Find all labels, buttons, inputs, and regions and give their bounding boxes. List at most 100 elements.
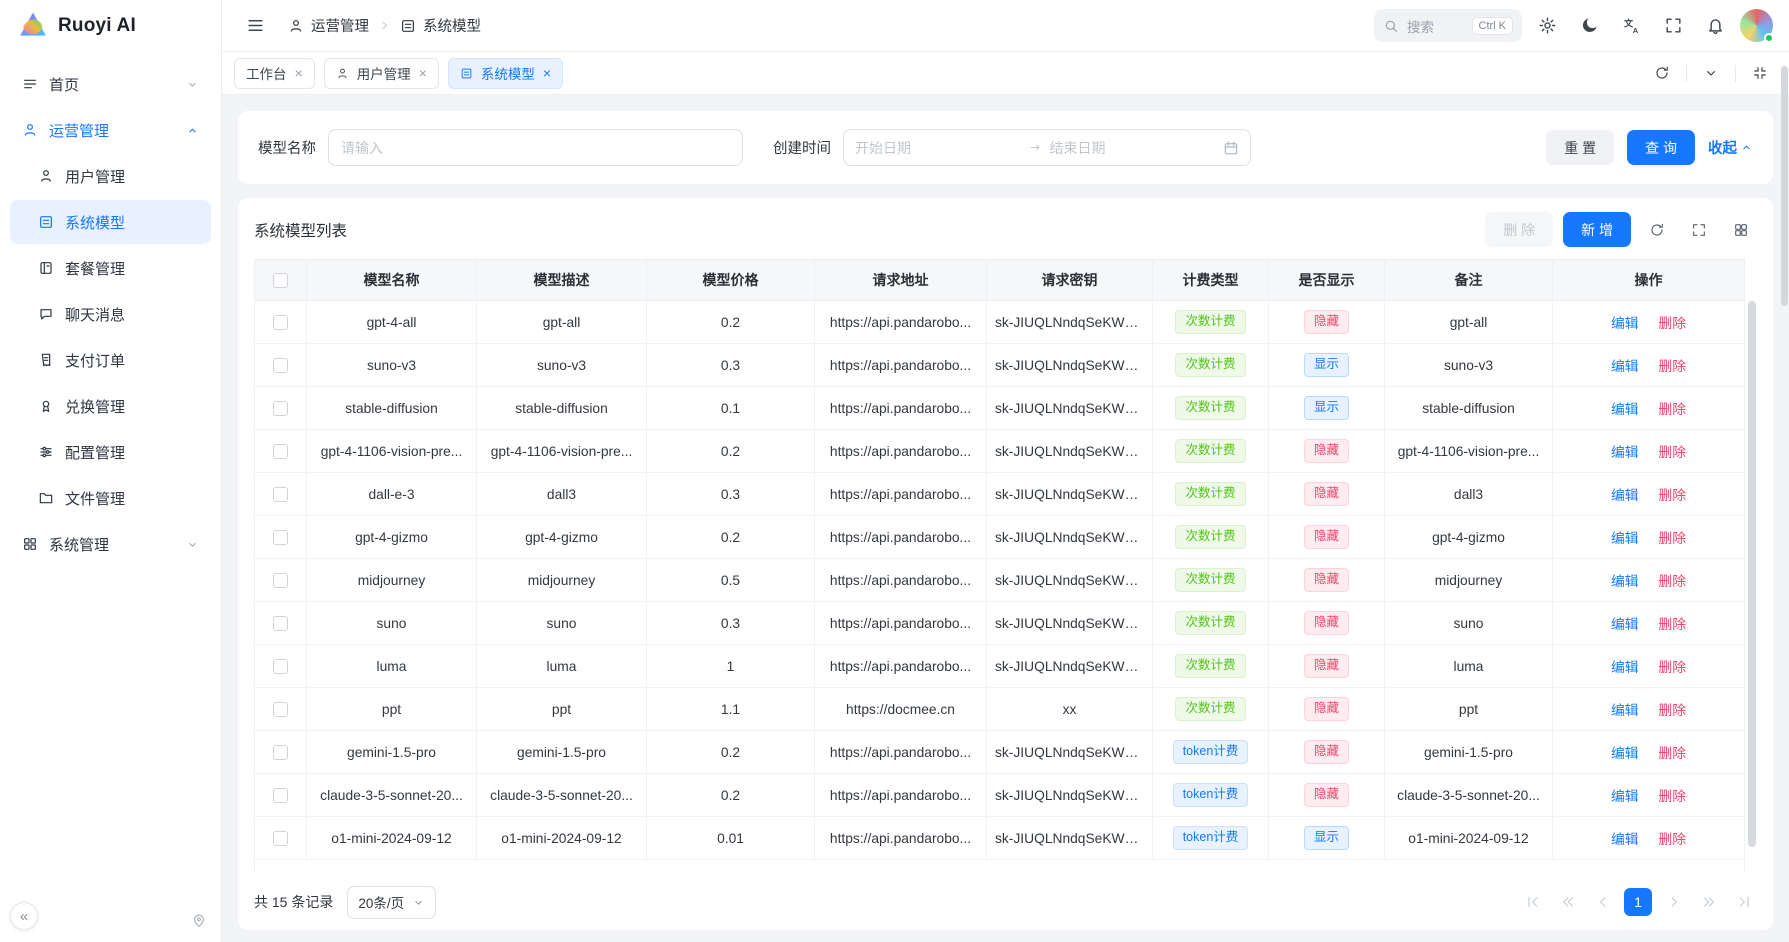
delete-link[interactable]: 删除: [1658, 316, 1686, 331]
sidebar-collapse-button[interactable]: «: [10, 902, 38, 930]
sidebar-item-system[interactable]: 系统管理: [10, 522, 211, 566]
table-fullscreen-button[interactable]: [1683, 214, 1715, 246]
edit-link[interactable]: 编辑: [1611, 789, 1639, 804]
sidebar-subitem[interactable]: 套餐管理: [10, 246, 211, 290]
edit-link[interactable]: 编辑: [1611, 746, 1639, 761]
settings-button[interactable]: [1530, 9, 1564, 43]
tab-menu-button[interactable]: [1694, 56, 1728, 90]
collapse-filter-link[interactable]: 收起: [1708, 137, 1753, 158]
edit-link[interactable]: 编辑: [1611, 660, 1639, 675]
sidebar-subitem[interactable]: 用户管理: [10, 154, 211, 198]
current-page-button[interactable]: 1: [1624, 888, 1652, 916]
first-page-button[interactable]: [1519, 889, 1546, 916]
cell-actions: 编辑 删除: [1553, 301, 1745, 344]
tab-workbench[interactable]: 工作台 ×: [234, 58, 315, 89]
breadcrumb-item[interactable]: 系统模型: [400, 15, 481, 36]
edit-link[interactable]: 编辑: [1611, 617, 1639, 632]
edit-link[interactable]: 编辑: [1611, 531, 1639, 546]
close-icon[interactable]: ×: [295, 66, 303, 80]
theme-toggle-button[interactable]: [1572, 9, 1606, 43]
delete-link[interactable]: 删除: [1658, 703, 1686, 718]
tab-user-management[interactable]: 用户管理 ×: [324, 58, 439, 89]
jump-prev-button[interactable]: [1554, 889, 1581, 916]
avatar[interactable]: [1740, 9, 1773, 42]
filter-actions: 重 置 查 询 收起: [1546, 130, 1753, 165]
edit-link[interactable]: 编辑: [1611, 445, 1639, 460]
sidebar-toggle-button[interactable]: [238, 9, 272, 43]
row-checkbox[interactable]: [273, 573, 288, 588]
reset-button[interactable]: 重 置: [1546, 130, 1614, 165]
row-checkbox[interactable]: [273, 444, 288, 459]
edit-link[interactable]: 编辑: [1611, 574, 1639, 589]
table-scrollbar-thumb[interactable]: [1748, 301, 1756, 847]
close-icon[interactable]: ×: [419, 66, 427, 80]
delete-link[interactable]: 删除: [1658, 402, 1686, 417]
row-checkbox[interactable]: [273, 530, 288, 545]
end-date-input[interactable]: [1050, 140, 1216, 156]
last-page-button[interactable]: [1730, 889, 1757, 916]
delete-link[interactable]: 删除: [1658, 359, 1686, 374]
sidebar-item-home[interactable]: 首页: [10, 62, 211, 106]
sidebar-subitem[interactable]: 系统模型: [10, 200, 211, 244]
delete-link[interactable]: 删除: [1658, 746, 1686, 761]
start-date-input[interactable]: [855, 140, 1021, 156]
refresh-tab-button[interactable]: [1645, 56, 1679, 90]
delete-link[interactable]: 删除: [1658, 617, 1686, 632]
sidebar-pin-button[interactable]: [191, 912, 207, 928]
page-size-select[interactable]: 20条/页: [347, 886, 436, 919]
edit-link[interactable]: 编辑: [1611, 832, 1639, 847]
edit-link[interactable]: 编辑: [1611, 316, 1639, 331]
row-checkbox[interactable]: [273, 659, 288, 674]
select-all-checkbox[interactable]: [273, 273, 288, 288]
delete-link[interactable]: 删除: [1658, 445, 1686, 460]
column-settings-button[interactable]: [1725, 214, 1757, 246]
edit-link[interactable]: 编辑: [1611, 703, 1639, 718]
row-checkbox[interactable]: [273, 315, 288, 330]
delete-link[interactable]: 删除: [1658, 832, 1686, 847]
language-button[interactable]: 文A: [1614, 9, 1648, 43]
tab-system-models[interactable]: 系统模型 ×: [448, 58, 563, 89]
delete-link[interactable]: 删除: [1658, 789, 1686, 804]
delete-link[interactable]: 删除: [1658, 531, 1686, 546]
query-button[interactable]: 查 询: [1627, 130, 1695, 165]
row-checkbox[interactable]: [273, 745, 288, 760]
row-checkbox[interactable]: [273, 788, 288, 803]
cell-request-url: https://api.pandarobo...: [815, 817, 987, 860]
sidebar-item-operations[interactable]: 运营管理: [10, 108, 211, 152]
page-scrollbar-thumb[interactable]: [1781, 66, 1788, 306]
row-checkbox[interactable]: [273, 358, 288, 373]
delete-link[interactable]: 删除: [1658, 574, 1686, 589]
prev-page-button[interactable]: [1589, 889, 1616, 916]
content-fullscreen-button[interactable]: [1743, 56, 1777, 90]
refresh-table-button[interactable]: [1641, 214, 1673, 246]
sidebar-subitem[interactable]: 兑换管理: [10, 384, 211, 428]
edit-link[interactable]: 编辑: [1611, 488, 1639, 503]
sidebar-subitem[interactable]: 文件管理: [10, 476, 211, 520]
row-checkbox[interactable]: [273, 831, 288, 846]
jump-next-button[interactable]: [1695, 889, 1722, 916]
sidebar-subitem[interactable]: 配置管理: [10, 430, 211, 474]
row-checkbox[interactable]: [273, 401, 288, 416]
close-icon[interactable]: ×: [543, 66, 551, 80]
delete-link[interactable]: 删除: [1658, 488, 1686, 503]
delete-link[interactable]: 删除: [1658, 660, 1686, 675]
edit-link[interactable]: 编辑: [1611, 402, 1639, 417]
fullscreen-button[interactable]: [1656, 9, 1690, 43]
online-status-dot: [1764, 33, 1774, 43]
row-checkbox[interactable]: [273, 616, 288, 631]
fullscreen-icon: [1664, 16, 1683, 35]
breadcrumb-item[interactable]: 运营管理: [288, 15, 369, 36]
sidebar-subitem[interactable]: 聊天消息: [10, 292, 211, 336]
sidebar-subitem[interactable]: 支付订单: [10, 338, 211, 382]
logo[interactable]: Ruoyi AI: [0, 0, 221, 52]
notifications-button[interactable]: [1698, 9, 1732, 43]
batch-delete-button[interactable]: 删 除: [1485, 212, 1553, 247]
global-search[interactable]: 搜索 Ctrl K: [1374, 9, 1522, 42]
row-checkbox[interactable]: [273, 487, 288, 502]
date-range-picker[interactable]: [843, 129, 1251, 166]
next-page-button[interactable]: [1660, 889, 1687, 916]
model-name-input[interactable]: [328, 129, 743, 166]
row-checkbox[interactable]: [273, 702, 288, 717]
edit-link[interactable]: 编辑: [1611, 359, 1639, 374]
add-button[interactable]: 新 增: [1563, 212, 1631, 247]
